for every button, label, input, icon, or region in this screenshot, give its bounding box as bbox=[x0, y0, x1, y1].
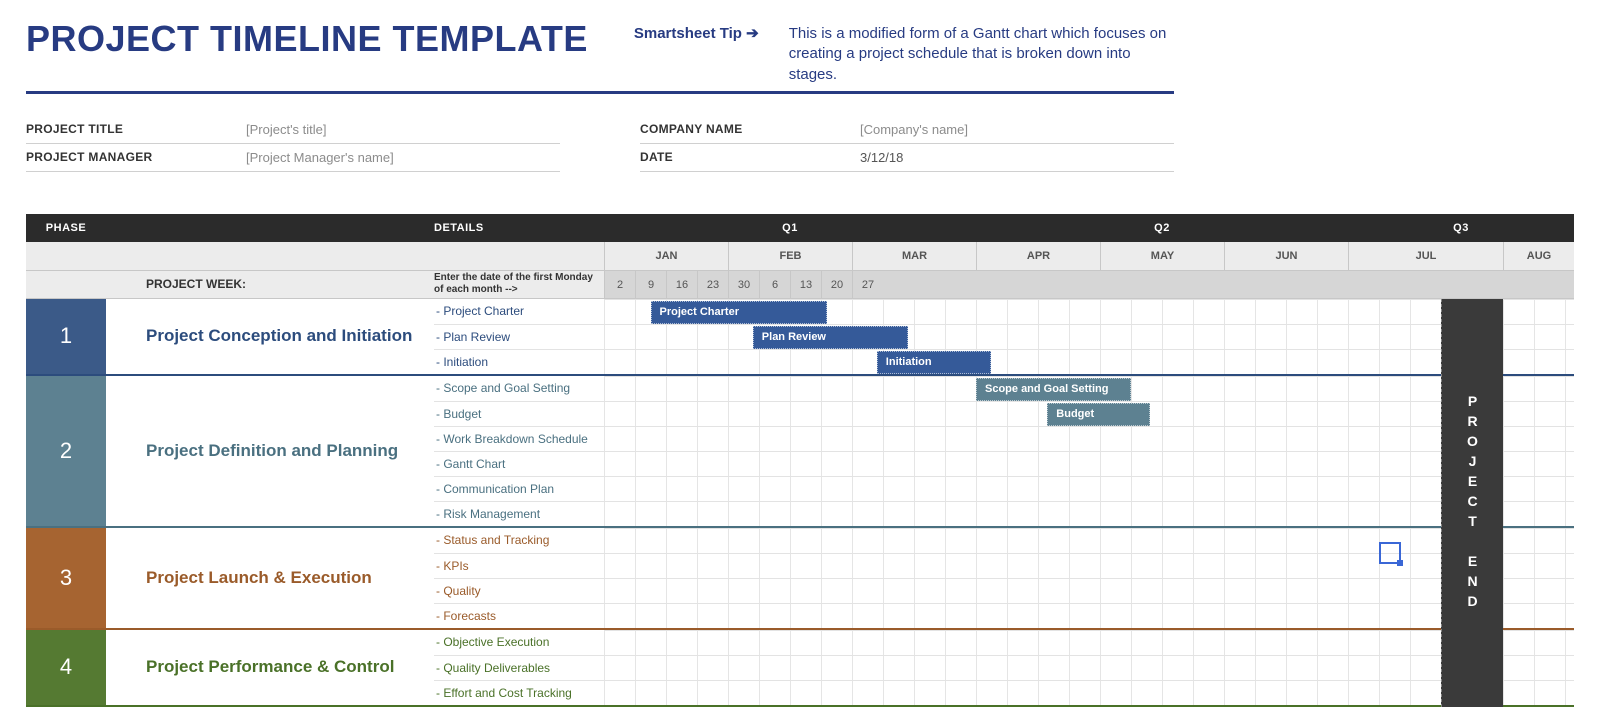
gantt-area[interactable] bbox=[604, 630, 1574, 705]
phase-detail[interactable]: - Risk Management bbox=[434, 501, 604, 526]
week-day-cell[interactable]: 2 bbox=[604, 271, 635, 298]
week-day-cell[interactable]: 16 bbox=[666, 271, 697, 298]
phase-number: 2 bbox=[26, 376, 106, 526]
gantt-row[interactable]: Budget bbox=[604, 401, 1574, 426]
phase-block-2: 2Project Definition and Planning- Scope … bbox=[26, 376, 1574, 528]
meta-row-project-manager[interactable]: PROJECT MANAGER [Project Manager's name] bbox=[26, 144, 560, 172]
cell-selection[interactable] bbox=[1379, 542, 1401, 564]
phase-detail[interactable]: - Communication Plan bbox=[434, 476, 604, 501]
phase-title: Project Definition and Planning bbox=[106, 376, 434, 526]
gantt-row[interactable] bbox=[604, 476, 1574, 501]
gantt-area[interactable]: Project CharterPlan ReviewInitiation bbox=[604, 299, 1574, 374]
gantt-row[interactable]: Plan Review bbox=[604, 324, 1574, 349]
phase-block-1: 1Project Conception and Initiation- Proj… bbox=[26, 299, 1574, 376]
phase-block-4: 4Project Performance & Control- Objectiv… bbox=[26, 630, 1574, 707]
phase-detail[interactable]: - Project Charter bbox=[434, 299, 604, 324]
col-q2: Q2 bbox=[976, 214, 1348, 242]
gantt-row[interactable] bbox=[604, 603, 1574, 628]
phase-detail[interactable]: - Scope and Goal Setting bbox=[434, 376, 604, 401]
smartsheet-tip-text: This is a modified form of a Gantt chart… bbox=[789, 24, 1174, 85]
gantt-bar[interactable]: Scope and Goal Setting bbox=[976, 378, 1131, 401]
gantt-row[interactable] bbox=[604, 655, 1574, 680]
phase-detail[interactable]: - Initiation bbox=[434, 349, 604, 374]
phase-detail[interactable]: - Objective Execution bbox=[434, 630, 604, 655]
phase-detail[interactable]: - Plan Review bbox=[434, 324, 604, 349]
gantt-chart: PHASE DETAILS Q1 Q2 Q3 JAN FEB MAR APR M… bbox=[26, 214, 1574, 707]
week-day-cell[interactable]: 30 bbox=[728, 271, 759, 298]
gantt-week-row: PROJECT WEEK: Enter the date of the firs… bbox=[26, 271, 1574, 299]
project-week-hint: Enter the date of the first Monday of ea… bbox=[434, 271, 604, 298]
week-day-cell[interactable]: 6 bbox=[759, 271, 790, 298]
gantt-row[interactable] bbox=[604, 630, 1574, 655]
gantt-bar[interactable]: Plan Review bbox=[753, 326, 908, 349]
gantt-row[interactable] bbox=[604, 451, 1574, 476]
gantt-row[interactable] bbox=[604, 553, 1574, 578]
gantt-row[interactable] bbox=[604, 426, 1574, 451]
col-details: DETAILS bbox=[434, 214, 604, 242]
project-week-label: PROJECT WEEK: bbox=[106, 271, 434, 298]
week-day-cell[interactable]: 9 bbox=[635, 271, 666, 298]
col-phase: PHASE bbox=[26, 214, 106, 242]
phase-detail[interactable]: - Quality Deliverables bbox=[434, 655, 604, 680]
week-day-cell[interactable]: 23 bbox=[697, 271, 728, 298]
week-day-cell[interactable]: 27 bbox=[852, 271, 883, 298]
col-q1: Q1 bbox=[604, 214, 976, 242]
phase-number: 4 bbox=[26, 630, 106, 705]
phase-number: 3 bbox=[26, 528, 106, 628]
smartsheet-tip-label[interactable]: Smartsheet Tip ➔ bbox=[634, 24, 759, 42]
week-day-cell[interactable]: 13 bbox=[790, 271, 821, 298]
meta-row-project-title[interactable]: PROJECT TITLE [Project's title] bbox=[26, 116, 560, 144]
gantt-row[interactable] bbox=[604, 501, 1574, 526]
meta-row-company-name[interactable]: COMPANY NAME [Company's name] bbox=[640, 116, 1174, 144]
gantt-row[interactable]: Scope and Goal Setting bbox=[604, 376, 1574, 401]
gantt-bar[interactable]: Initiation bbox=[877, 351, 992, 374]
meta-section: PROJECT TITLE [Project's title] PROJECT … bbox=[26, 116, 1174, 172]
page-title: PROJECT TIMELINE TEMPLATE bbox=[26, 18, 588, 60]
header: PROJECT TIMELINE TEMPLATE Smartsheet Tip… bbox=[26, 18, 1174, 94]
week-day-cell[interactable]: 20 bbox=[821, 271, 852, 298]
phase-detail[interactable]: - Gantt Chart bbox=[434, 451, 604, 476]
phase-block-3: 3Project Launch & Execution- Status and … bbox=[26, 528, 1574, 630]
gantt-row[interactable]: Project Charter bbox=[604, 299, 1574, 324]
col-q3: Q3 bbox=[1348, 214, 1574, 242]
phase-title: Project Conception and Initiation bbox=[106, 299, 434, 374]
phase-detail[interactable]: - Forecasts bbox=[434, 603, 604, 628]
project-end-column: PROJECT END bbox=[1441, 299, 1503, 707]
gantt-area[interactable] bbox=[604, 528, 1574, 628]
phase-detail[interactable]: - Budget bbox=[434, 401, 604, 426]
gantt-area[interactable]: Scope and Goal SettingBudget bbox=[604, 376, 1574, 526]
phase-number: 1 bbox=[26, 299, 106, 374]
phase-detail[interactable]: - Work Breakdown Schedule bbox=[434, 426, 604, 451]
phase-detail[interactable]: - KPIs bbox=[434, 553, 604, 578]
gantt-bar[interactable]: Budget bbox=[1047, 403, 1149, 426]
meta-row-date[interactable]: DATE 3/12/18 bbox=[640, 144, 1174, 172]
gantt-row[interactable] bbox=[604, 680, 1574, 705]
gantt-bar[interactable]: Project Charter bbox=[651, 301, 828, 324]
gantt-month-row: JAN FEB MAR APR MAY JUN JUL AUG bbox=[26, 242, 1574, 271]
phase-detail[interactable]: - Status and Tracking bbox=[434, 528, 604, 553]
phase-detail[interactable]: - Quality bbox=[434, 578, 604, 603]
gantt-header-row: PHASE DETAILS Q1 Q2 Q3 bbox=[26, 214, 1574, 242]
phase-title: Project Launch & Execution bbox=[106, 528, 434, 628]
gantt-row[interactable] bbox=[604, 578, 1574, 603]
phase-title: Project Performance & Control bbox=[106, 630, 434, 705]
phase-detail[interactable]: - Effort and Cost Tracking bbox=[434, 680, 604, 705]
gantt-row[interactable]: Initiation bbox=[604, 349, 1574, 374]
gantt-row[interactable] bbox=[604, 528, 1574, 553]
